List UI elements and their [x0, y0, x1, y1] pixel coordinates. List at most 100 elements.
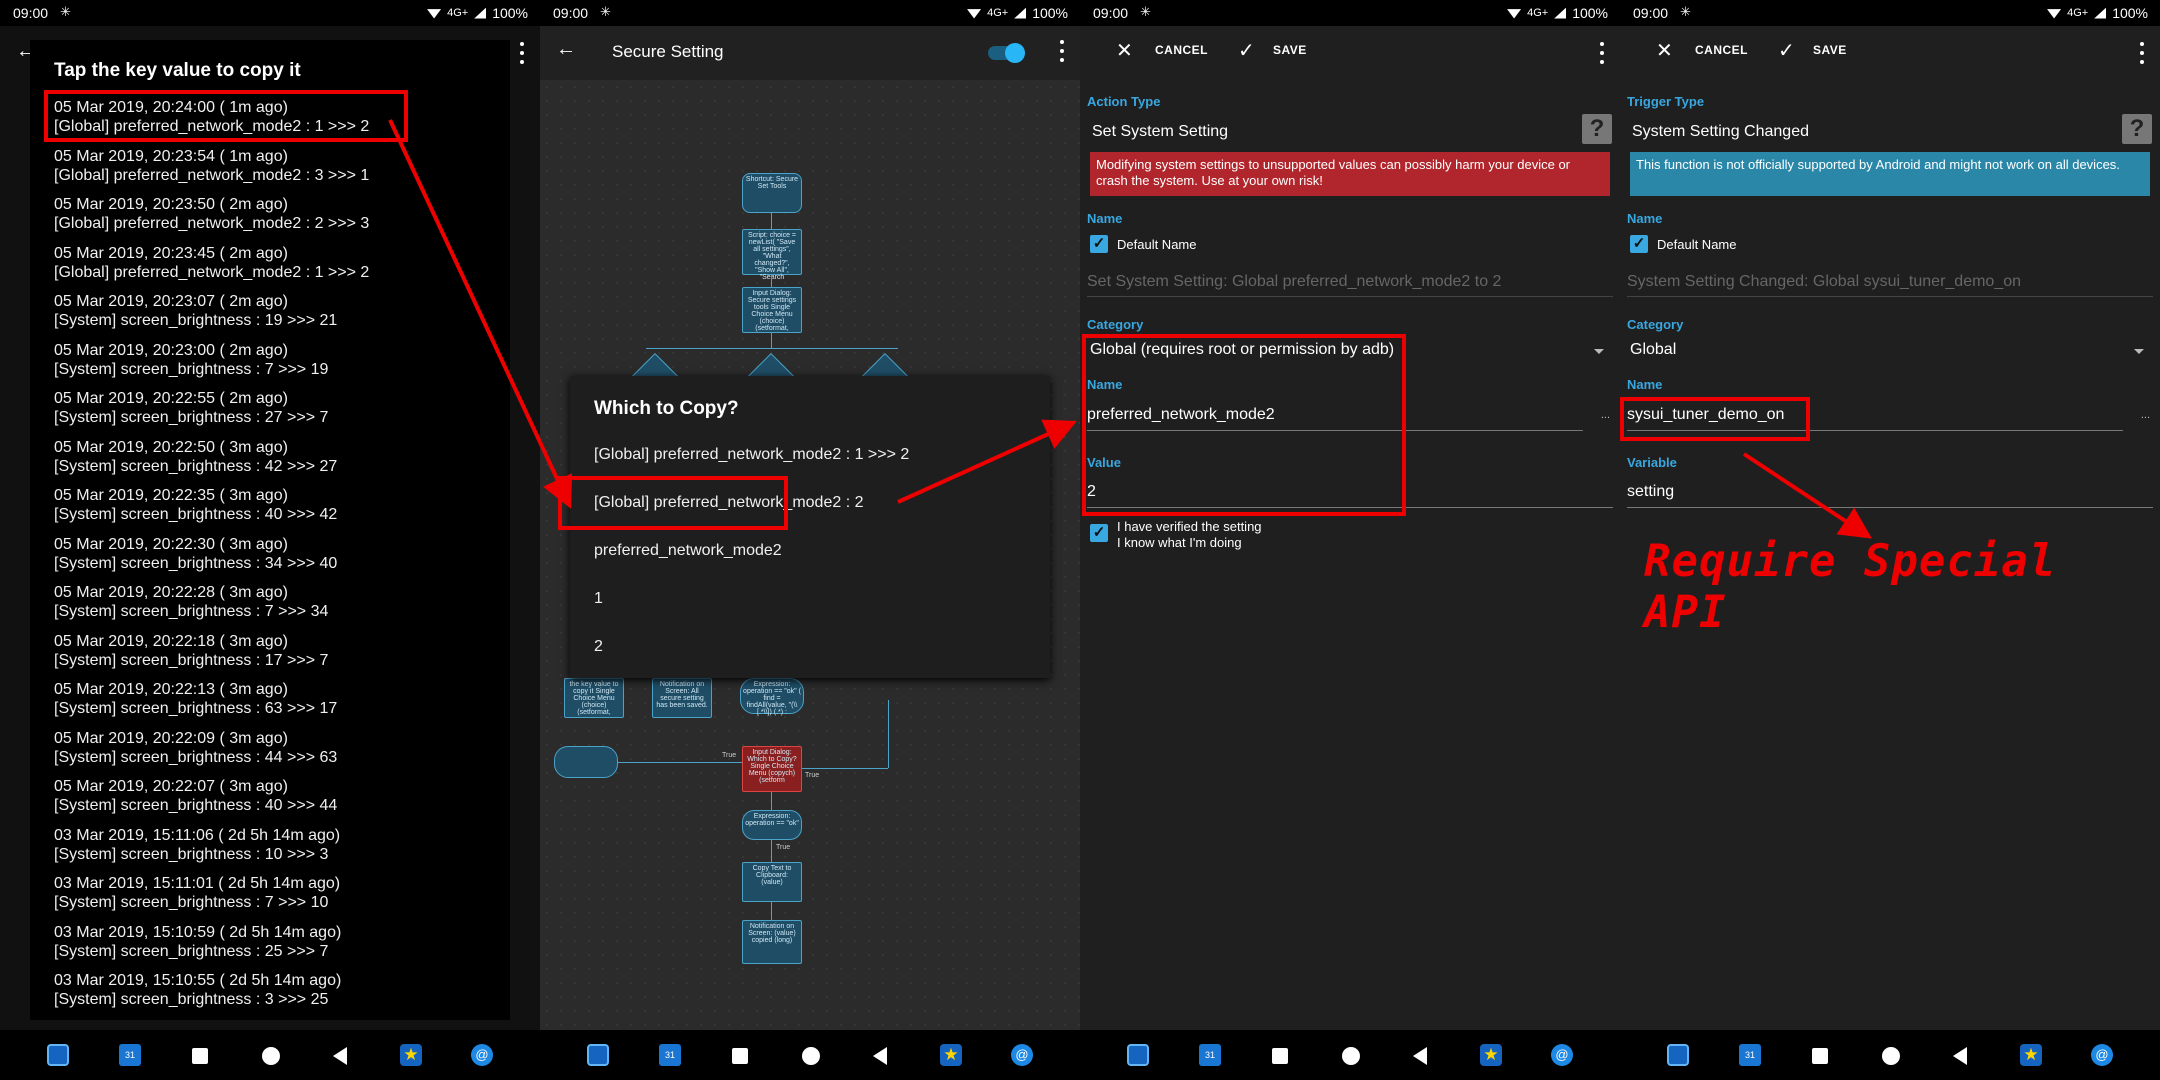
history-entry[interactable]: 05 Mar 2019, 20:22:09 ( 3m ago) [System] … [54, 729, 494, 778]
flow-node[interactable]: Notification on Screen: (value) copied (l… [742, 920, 802, 964]
flow-node[interactable]: Shortcut: Secure Set Tools [742, 173, 802, 213]
tasker-app-icon[interactable] [1127, 1044, 1149, 1066]
history-entry[interactable]: 05 Mar 2019, 20:22:30 ( 3m ago) [System] … [54, 535, 494, 584]
close-icon[interactable]: ✕ [1656, 38, 1673, 63]
home-button[interactable] [262, 1047, 280, 1065]
flow-node[interactable]: Script: choice = newList( "Save all sett… [742, 229, 802, 281]
history-entry[interactable]: 05 Mar 2019, 20:23:54 ( 1m ago) [Global] … [54, 147, 494, 196]
variable-picker-button[interactable]: ... [1601, 409, 1610, 421]
copy-option[interactable]: [Global] preferred_network_mode2 : 1 >>>… [594, 446, 909, 464]
flow-node-highlighted[interactable]: Input Dialog: Which to Copy? Single Choi… [742, 746, 802, 792]
recents-button[interactable] [1812, 1048, 1828, 1064]
calendar-app-icon[interactable]: 31 [1199, 1044, 1221, 1066]
overflow-menu-icon[interactable] [1600, 42, 1606, 64]
swirl-app-icon[interactable]: @ [1551, 1044, 1573, 1066]
calendar-app-icon[interactable]: 31 [659, 1044, 681, 1066]
history-entry[interactable]: 05 Mar 2019, 20:22:18 ( 3m ago) [System] … [54, 632, 494, 681]
history-entry[interactable]: 03 Mar 2019, 15:11:01 ( 2d 5h 14m ago) [S… [54, 874, 494, 923]
flow-node[interactable]: Copy Text to Clipboard: (value) [742, 862, 802, 902]
cancel-button[interactable]: CANCEL [1695, 43, 1748, 57]
variable-input[interactable]: setting [1627, 483, 1674, 501]
history-entry[interactable]: 05 Mar 2019, 20:22:35 ( 3m ago) [System] … [54, 486, 494, 535]
help-button[interactable]: ? [1582, 114, 1612, 144]
copy-option[interactable]: 1 [594, 590, 603, 608]
back-button[interactable] [333, 1047, 347, 1065]
swirl-app-icon[interactable]: @ [2091, 1044, 2113, 1066]
back-button[interactable] [873, 1047, 887, 1065]
flow-node[interactable]: Notification on Screen: All secure setti… [652, 678, 712, 718]
recents-button[interactable] [732, 1048, 748, 1064]
copy-option[interactable]: preferred_network_mode2 [594, 542, 782, 560]
check-icon[interactable]: ✓ [1238, 38, 1255, 63]
tasker-app-icon[interactable] [587, 1044, 609, 1066]
variable-label: Variable [1627, 455, 1677, 470]
dialog-title: Tap the key value to copy it [54, 60, 301, 81]
entry-change: [System] screen_brightness : 19 >>> 21 [54, 312, 338, 329]
swirl-app-icon[interactable]: @ [1011, 1044, 1033, 1066]
history-entry[interactable]: 05 Mar 2019, 20:23:00 ( 2m ago) [System] … [54, 341, 494, 390]
tasker-app-icon[interactable] [1667, 1044, 1689, 1066]
star-app-icon[interactable]: ★ [400, 1044, 422, 1066]
history-entry[interactable]: 05 Mar 2019, 20:22:28 ( 3m ago) [System] … [54, 583, 494, 632]
history-entry[interactable]: 03 Mar 2019, 15:11:06 ( 2d 5h 14m ago) [S… [54, 826, 494, 875]
recents-button[interactable] [1272, 1048, 1288, 1064]
battery-level: 100% [1032, 5, 1068, 21]
history-entry[interactable]: 05 Mar 2019, 20:23:50 ( 2m ago) [Global] … [54, 195, 494, 244]
help-button[interactable]: ? [2122, 114, 2152, 144]
entry-date: 05 Mar 2019, 20:22:18 ( 3m ago) [54, 632, 288, 650]
name-field[interactable]: System Setting Changed: Global sysui_tun… [1627, 273, 2021, 291]
entry-change: [System] screen_brightness : 7 >>> 10 [54, 894, 329, 911]
save-button[interactable]: SAVE [1273, 43, 1307, 57]
cancel-button[interactable]: CANCEL [1155, 43, 1208, 57]
default-name-checkbox[interactable]: ✓ [1090, 235, 1108, 253]
overflow-menu-icon[interactable] [2140, 42, 2146, 64]
entry-date: 05 Mar 2019, 20:22:28 ( 3m ago) [54, 584, 288, 601]
dropdown-arrow-icon[interactable] [2134, 349, 2144, 354]
history-entry[interactable]: 05 Mar 2019, 20:23:07 ( 2m ago) [System] … [54, 292, 494, 341]
notification-icon: ✳ [1140, 4, 1151, 19]
home-button[interactable] [1342, 1047, 1360, 1065]
flow-node[interactable]: Expression: operation == "ok" ( find = f… [740, 678, 804, 716]
check-icon[interactable]: ✓ [1778, 38, 1795, 63]
home-button[interactable] [802, 1047, 820, 1065]
verify-checkbox[interactable]: ✓ [1090, 524, 1108, 542]
variable-picker-button[interactable]: ... [2141, 409, 2150, 421]
flow-node[interactable]: the key value to copy it Single Choice M… [564, 678, 624, 718]
entry-change: [Global] preferred_network_mode2 : 2 >>>… [54, 215, 370, 232]
back-button[interactable] [1953, 1047, 1967, 1065]
history-entry[interactable]: 05 Mar 2019, 20:23:45 ( 2m ago) [Global] … [54, 244, 494, 293]
flow-node-text: copied (long) [751, 937, 793, 944]
history-entry[interactable]: 05 Mar 2019, 20:22:13 ( 3m ago) [System] … [54, 680, 494, 729]
history-entry[interactable]: 05 Mar 2019, 20:22:55 ( 2m ago) [System] … [54, 389, 494, 438]
flow-node[interactable] [554, 746, 618, 778]
recents-button[interactable] [192, 1048, 208, 1064]
name-field[interactable]: Set System Setting: Global preferred_net… [1087, 273, 1501, 291]
category-select[interactable]: Global [1630, 341, 1676, 359]
flow-node[interactable]: Expression: operation == "ok" [742, 810, 802, 840]
flow-node[interactable]: Input Dialog: Secure settings tools Sing… [742, 287, 802, 333]
history-entry[interactable]: 03 Mar 2019, 15:10:59 ( 2d 5h 14m ago) [S… [54, 923, 494, 972]
star-app-icon[interactable]: ★ [940, 1044, 962, 1066]
star-app-icon[interactable]: ★ [1480, 1044, 1502, 1066]
save-button[interactable]: SAVE [1813, 43, 1847, 57]
history-entry[interactable]: 03 Mar 2019, 15:10:55 ( 2d 5h 14m ago) [S… [54, 971, 494, 1020]
dialog-title: Which to Copy? [594, 398, 739, 419]
home-button[interactable] [1882, 1047, 1900, 1065]
back-arrow-icon[interactable]: ← [556, 38, 576, 61]
history-entry[interactable]: 05 Mar 2019, 20:22:50 ( 3m ago) [System] … [54, 438, 494, 487]
back-button[interactable] [1413, 1047, 1427, 1065]
dropdown-arrow-icon[interactable] [1594, 349, 1604, 354]
star-app-icon[interactable]: ★ [2020, 1044, 2042, 1066]
history-entry[interactable]: 05 Mar 2019, 20:22:07 ( 3m ago) [System] … [54, 777, 494, 826]
default-name-checkbox[interactable]: ✓ [1630, 235, 1648, 253]
calendar-app-icon[interactable]: 31 [1739, 1044, 1761, 1066]
copy-option[interactable]: 2 [594, 638, 603, 656]
overflow-menu-icon[interactable] [1060, 40, 1066, 62]
overflow-menu-icon[interactable] [520, 42, 526, 64]
tasker-app-icon[interactable] [47, 1044, 69, 1066]
calendar-app-icon[interactable]: 31 [119, 1044, 141, 1066]
name-label: Name [1627, 211, 1663, 226]
close-icon[interactable]: ✕ [1116, 38, 1133, 63]
enable-toggle[interactable] [988, 43, 1025, 63]
swirl-app-icon[interactable]: @ [471, 1044, 493, 1066]
